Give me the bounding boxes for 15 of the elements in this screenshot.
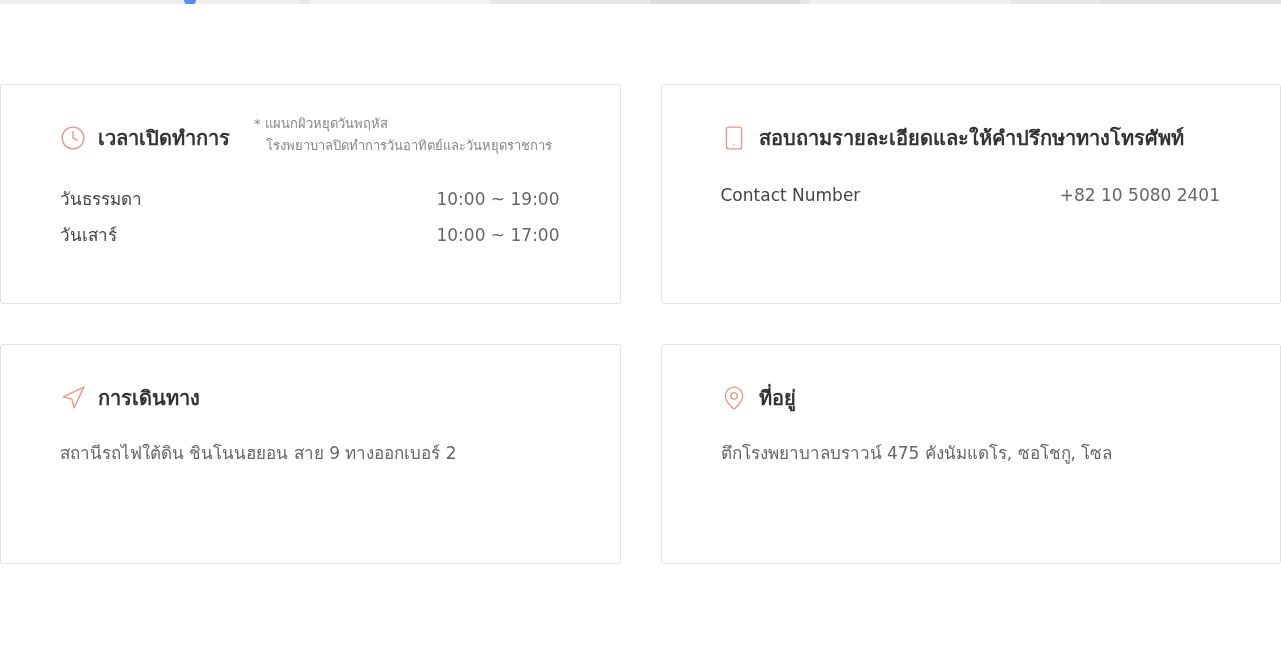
card-title: ที่อยู่	[758, 383, 796, 413]
card-title: เวลาเปิดทำการ	[98, 125, 230, 152]
card-title: สอบถามรายละเอียดและให้คำปรึกษาทางโทรศัพท์	[758, 125, 1184, 152]
row-label: วันเสาร์	[60, 224, 117, 247]
row-value: 10:00 ~ 17:00	[436, 224, 560, 247]
row-label: Contact Number	[720, 184, 861, 207]
row-value: 10:00 ~ 19:00	[436, 188, 560, 211]
row-label: วันธรรมดา	[60, 188, 142, 211]
card-text: สถานีรถไฟใต้ดิน ชินโนนฮยอน สาย 9 ทางออกเบอร์ 2	[60, 442, 458, 465]
card-text: ตึกโรงพยาบาลบราวน์ 475 คังนัมแดโร, ซอโชกู, โซล	[720, 442, 1114, 466]
clock-icon	[60, 124, 86, 152]
row-value: +82 10 5080 2401	[1059, 184, 1220, 207]
note-text: โรงพยาบาลปิดทำการวันอาทิตย์และวันหยุดราชการ	[265, 137, 552, 156]
card-title: การเดินทาง	[98, 385, 200, 412]
note-text: * แผนกผิวหยุดวันพฤหัส	[254, 115, 389, 134]
